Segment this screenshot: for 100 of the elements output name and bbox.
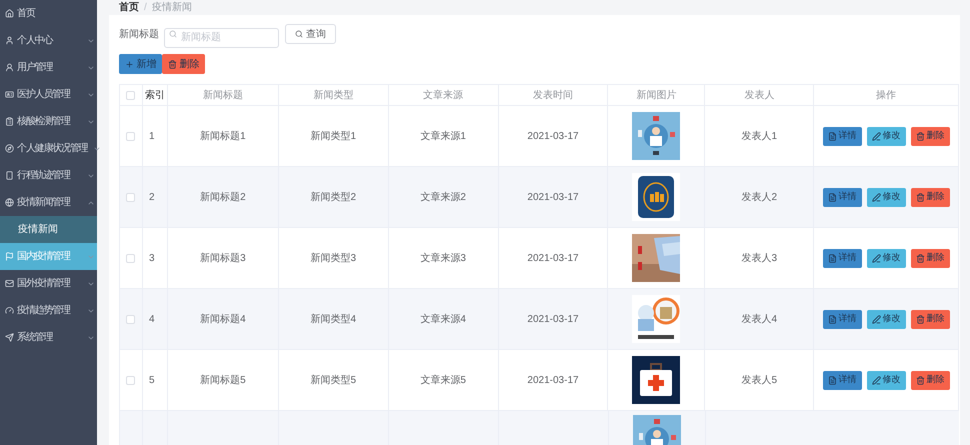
sidebar-item[interactable]: 个人中心 [0,27,97,54]
sidebar-item[interactable]: 用户管理 [0,54,97,81]
title-cell-text: 新闻标题1 [200,130,246,144]
flag-icon [5,252,14,261]
title-cell-text: 新闻标题5 [200,374,246,388]
delete-button[interactable]: 删除 [162,54,205,74]
sidebar-item[interactable]: 个人健康状况管理 [0,135,97,162]
details-button[interactable]: 详情 [822,370,862,390]
sidebar-item-label: 个人中心 [17,34,52,48]
add-button[interactable]: 新增 [119,54,162,74]
row-index: 1 [148,130,155,144]
checkbox[interactable] [126,90,136,100]
sidebar-item[interactable]: 疫情新闻管理 [0,189,97,216]
edit-button[interactable]: 修改 [866,188,906,206]
sidebar-item[interactable]: 国外疫情管理 [0,270,97,297]
sidebar-item-label: 国外疫情管理 [17,276,70,291]
sidebar-item-label: 个人健康状况管理 [17,142,88,156]
column-header: 新闻类型 [278,85,389,105]
checkbox[interactable] [126,376,136,384]
checkbox[interactable] [126,132,136,140]
details-button[interactable]: 详情 [822,188,862,206]
source-cell-text: 文章来源1 [420,130,466,144]
sidebar-item[interactable]: 疫情趋势管理 [0,297,97,324]
document-icon [828,192,837,202]
sidebar-item-label: 核酸检测管理 [17,114,70,129]
trash-icon [916,132,925,140]
checkbox[interactable] [126,254,136,262]
sidebar-item[interactable]: 系统管理 [0,324,97,351]
trash-icon [916,192,925,202]
details-button[interactable]: 详情 [822,310,862,328]
details-button[interactable]: 详情 [822,126,862,146]
gauge-icon [5,306,14,315]
document-icon [828,254,837,262]
edit-button[interactable]: 修改 [866,248,906,268]
search-label: 新闻标题 [119,28,159,42]
submenu-item[interactable]: 疫情新闻 [0,216,97,243]
compass-icon [5,144,14,153]
search-field[interactable]: 新闻标题 [164,28,279,48]
column-header: 发表时间 [498,85,608,105]
checkbox[interactable] [126,192,136,202]
pencil-icon [872,254,881,262]
mail-icon [5,279,14,288]
delete-button[interactable]: 删除 [910,248,950,268]
pencil-icon [872,376,881,384]
sidebar-item-label: 医护人员管理 [17,88,70,102]
home-icon [5,9,14,18]
source-cell-text: 文章来源3 [420,252,466,266]
document-icon [828,132,837,140]
column-header: 新闻图片 [608,85,706,105]
title-cell-text: 新闻标题3 [200,252,246,266]
delete-button[interactable]: 删除 [910,310,950,328]
sidebar-item[interactable]: 行程轨迹管理 [0,162,97,189]
delete-button[interactable]: 删除 [910,188,950,206]
sidebar-item-label: 疫情趋势管理 [17,304,70,318]
phone-icon [5,171,14,180]
row-index: 3 [148,252,155,266]
sidebar-item[interactable]: 首页 [0,0,97,27]
title-cell-text: 新闻标题2 [200,190,246,204]
id-card-icon [5,90,14,99]
trash-icon [916,314,925,324]
breadcrumb-separator: / [144,1,147,15]
author-cell-text: 发表人4 [741,312,778,326]
date-cell-text: 2021-03-17 [527,130,579,144]
delete-button[interactable]: 删除 [910,126,950,146]
type-cell-text: 新闻类型1 [310,130,356,144]
user-icon [5,36,14,45]
edit-button[interactable]: 修改 [866,126,906,146]
sidebar-item[interactable]: 核酸检测管理 [0,108,97,135]
sidebar-item-label: 首页 [17,7,35,21]
trash-icon [916,254,925,262]
sidebar-item-label: 系统管理 [17,330,52,345]
source-cell-text: 文章来源5 [420,374,466,388]
source-cell-text: 文章来源2 [420,190,466,204]
author-cell-text: 发表人5 [741,374,778,388]
column-header: 新闻标题 [168,85,279,105]
date-cell-text: 2021-03-17 [527,374,579,388]
document-icon [828,376,837,384]
sidebar-item-label: 国内疫情管理 [17,250,70,264]
author-cell-text: 发表人2 [741,190,778,204]
date-cell-text: 2021-03-17 [527,190,579,204]
type-cell-text: 新闻类型5 [310,374,356,388]
search-icon [169,30,177,38]
sidebar-item[interactable]: 医护人员管理 [0,81,97,108]
clipboard-icon [5,117,14,126]
breadcrumb-item[interactable]: 首页 [119,0,139,15]
send-icon [5,333,14,342]
edit-button[interactable]: 修改 [866,370,906,390]
date-cell-text: 2021-03-17 [527,312,579,326]
checkbox[interactable] [126,314,136,324]
trash-icon [168,60,176,68]
search-icon [295,30,303,38]
search-button[interactable]: 查询 [285,24,336,44]
details-button[interactable]: 详情 [822,248,862,268]
type-cell-text: 新闻类型4 [310,312,356,326]
delete-button[interactable]: 删除 [910,370,950,390]
edit-button[interactable]: 修改 [866,310,906,328]
column-header: 操作 [814,85,960,105]
pencil-icon [872,192,881,202]
column-header: 文章来源 [388,85,499,105]
row-index: 4 [148,312,155,326]
